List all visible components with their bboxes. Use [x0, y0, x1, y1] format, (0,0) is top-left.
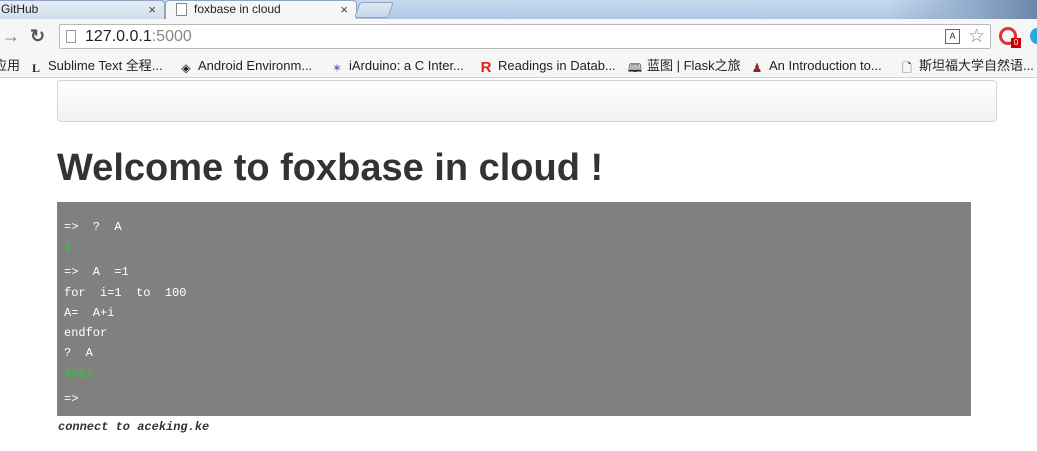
page-title: Welcome to foxbase in cloud ! [57, 147, 604, 189]
bookmark-label: 斯坦福大学自然语... [919, 58, 1034, 73]
bookmark-label: Sublime Text 全程... [48, 58, 163, 73]
bookmark-label: iArduino: a C Inter... [349, 58, 464, 73]
window-background [887, 0, 1037, 19]
bookmark-label: Readings in Datab... [498, 58, 616, 73]
book-icon: 🕮 [627, 61, 643, 75]
extension-icon[interactable] [1030, 28, 1037, 44]
console-input-line: ? A [64, 346, 93, 360]
new-tab-button[interactable] [354, 2, 394, 18]
bookmark-star-icon[interactable]: ☆ [968, 25, 985, 48]
translate-icon[interactable]: A [945, 29, 960, 44]
bookmark-label: 蓝图 | Flask之旅 [647, 58, 741, 73]
browser-toolbar: → ↻ 127.0.0.1:5000 A ☆ 0 [0, 19, 1037, 54]
person-icon: ♟ [751, 61, 763, 75]
bookmark-introduction[interactable]: ♟ An Introduction to... [749, 58, 882, 75]
address-bar[interactable]: 127.0.0.1:5000 A ☆ [59, 24, 991, 49]
sublime-icon: L [31, 61, 40, 75]
page-icon [66, 30, 76, 43]
bookmark-iarduino[interactable]: ✶ iArduino: a C Inter... [329, 58, 464, 75]
bookmarks-bar: 应用 L Sublime Text 全程... ◈ Android Environm… [0, 54, 1037, 78]
extension-badge: 0 [1011, 38, 1021, 48]
console-input-line: => A =1 [64, 265, 129, 279]
bookmark-label: Android Environm... [198, 58, 313, 73]
bookmark-stanford[interactable]: 🗋 斯坦福大学自然语... [899, 58, 1034, 75]
url-host: 127.0.0.1 [85, 28, 152, 45]
bookmark-android[interactable]: ◈ Android Environm... [178, 58, 312, 75]
bookmark-label: An Introduction to... [769, 58, 882, 73]
android-icon: ◈ [181, 61, 191, 75]
bookmark-label: 应用 [0, 58, 21, 73]
console-output-line: 5051 [64, 367, 93, 381]
bookmark-flask[interactable]: 🕮 蓝图 | Flask之旅 [627, 58, 741, 75]
page-icon: 🗋 [902, 61, 912, 75]
bookmark-readings[interactable]: R Readings in Datab... [478, 58, 616, 75]
readings-icon: R [480, 59, 492, 76]
foxbase-console[interactable]: => ? A 1 => A =1 for i=1 to 100 A= A+i endfor… [57, 202, 971, 416]
console-input-line: => ? A [64, 220, 122, 234]
console-input-line: A= A+i [64, 306, 115, 320]
tab-label: GitHub [1, 2, 39, 16]
console-output-line: 1 [64, 241, 72, 255]
bookmark-sublime[interactable]: L Sublime Text 全程... [28, 58, 163, 75]
url-text[interactable]: 127.0.0.1:5000 [85, 28, 192, 46]
bookmark-apps[interactable]: 应用 [0, 58, 20, 74]
close-icon[interactable]: × [148, 1, 156, 18]
forward-arrow-icon[interactable]: → [2, 25, 20, 47]
page-icon [176, 3, 187, 16]
tab-label: foxbase in cloud [194, 2, 281, 16]
reload-icon[interactable]: ↻ [30, 25, 45, 47]
tab-strip: GitHub × foxbase in cloud × [0, 0, 1037, 19]
connection-status: connect to aceking.ke [58, 420, 210, 434]
arduino-icon: ✶ [331, 61, 343, 75]
console-input-line: for i=1 to 100 [64, 286, 187, 300]
tab-github[interactable]: GitHub × [0, 0, 165, 19]
page-navbar [57, 80, 997, 122]
console-input-line: endfor [64, 326, 108, 340]
console-prompt[interactable]: => [64, 391, 78, 407]
url-port: :5000 [151, 28, 192, 45]
close-icon[interactable]: × [340, 1, 348, 18]
tab-foxbase[interactable]: foxbase in cloud × [165, 0, 357, 19]
